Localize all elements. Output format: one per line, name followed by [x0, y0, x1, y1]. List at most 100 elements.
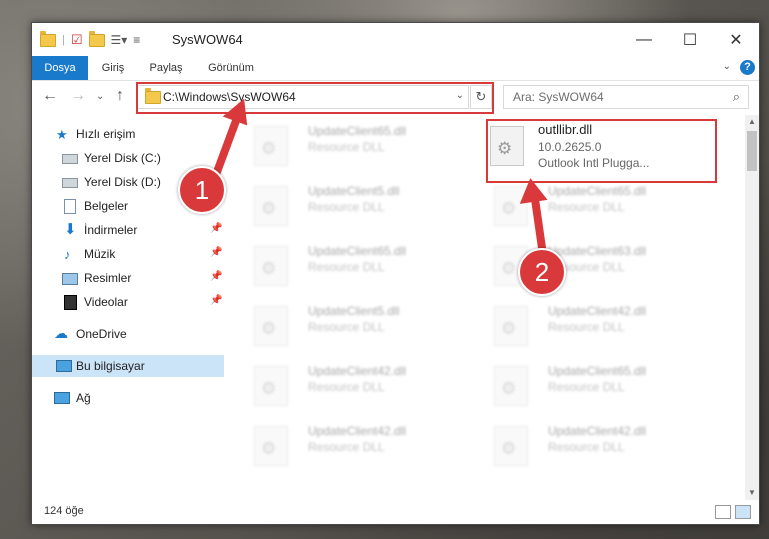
file-type: Resource DLL	[308, 320, 385, 334]
file-item[interactable]: UpdateClient42.dll Resource DLL	[482, 301, 712, 353]
sidebar-item-local-disk-c[interactable]: Yerel Disk (C:)	[32, 147, 224, 169]
sidebar-item-label: Videolar	[84, 295, 128, 309]
video-icon	[64, 295, 77, 310]
sidebar-item-videos[interactable]: Videolar 📌	[32, 291, 224, 313]
file-type: Resource DLL	[308, 380, 385, 394]
file-item[interactable]: UpdateClient65.dll Resource DLL	[482, 361, 712, 413]
file-item[interactable]: UpdateClient5.dll Resource DLL	[242, 181, 472, 233]
tab-paylas[interactable]: Paylaş	[142, 56, 190, 80]
file-type: Resource DLL	[308, 140, 385, 154]
annotation-address-highlight	[136, 82, 494, 114]
file-item[interactable]: UpdateClient65.dll Resource DLL	[482, 181, 712, 233]
dll-file-icon	[254, 306, 288, 346]
scroll-up-icon[interactable]: ▲	[745, 115, 759, 129]
forward-button[interactable]: →	[70, 87, 86, 105]
file-name: UpdateClient42.dll	[548, 304, 647, 318]
sidebar-item-label: İndirmeler	[84, 223, 138, 237]
toolbar-dropdown-icon[interactable]: ≡	[133, 33, 140, 47]
file-type: Resource DLL	[548, 200, 625, 214]
network-icon	[54, 392, 70, 404]
search-input[interactable]: Ara: SysWOW64 ⌕	[503, 85, 749, 109]
pin-icon[interactable]: 📌	[210, 295, 222, 306]
file-name: UpdateClient63.dll	[548, 244, 647, 258]
sidebar-item-music[interactable]: ♪ Müzik 📌	[32, 243, 224, 265]
quick-access-toolbar: | ☑ ☰▾ ≡	[40, 30, 140, 48]
pin-icon[interactable]: 📌	[210, 271, 222, 282]
details-view-icon[interactable]	[715, 505, 731, 519]
file-item[interactable]: UpdateClient63.dll Resource DLL	[482, 241, 712, 293]
sidebar-item-quick-access[interactable]: ★ Hızlı erişim	[32, 123, 224, 145]
scroll-down-icon[interactable]: ▼	[745, 486, 759, 500]
file-item[interactable]: UpdateClient42.dll Resource DLL	[242, 421, 472, 473]
file-type: Resource DLL	[308, 440, 385, 454]
file-name: UpdateClient65.dll	[308, 244, 407, 258]
file-name: UpdateClient65.dll	[548, 364, 647, 378]
search-icon: ⌕	[732, 89, 740, 104]
annotation-file-highlight	[486, 119, 717, 183]
title-bar: | ☑ ☰▾ ≡ SysWOW64 — ☐ ✕	[32, 23, 759, 56]
sidebar-item-downloads[interactable]: ⬇ İndirmeler 📌	[32, 219, 224, 241]
recent-locations-button[interactable]: ⌄	[96, 91, 104, 102]
sidebar-item-label: Yerel Disk (D:)	[84, 175, 161, 189]
dll-file-icon	[494, 186, 528, 226]
file-type: Resource DLL	[548, 380, 625, 394]
sidebar-item-label: Hızlı erişim	[76, 127, 136, 141]
pin-icon[interactable]: 📌	[210, 247, 222, 258]
file-type: Resource DLL	[548, 320, 625, 334]
file-name: UpdateClient65.dll	[308, 124, 407, 138]
scrollbar-thumb[interactable]	[747, 131, 757, 171]
file-item[interactable]: UpdateClient42.dll Resource DLL	[242, 361, 472, 413]
minimize-button[interactable]: —	[621, 23, 667, 56]
file-item[interactable]: UpdateClient42.dll Resource DLL	[482, 421, 712, 473]
file-name: UpdateClient5.dll	[308, 304, 400, 318]
dll-file-icon	[494, 306, 528, 346]
pin-icon[interactable]: 📌	[210, 223, 222, 234]
file-name: UpdateClient5.dll	[308, 184, 400, 198]
sidebar-item-onedrive[interactable]: ☁ OneDrive	[32, 323, 224, 345]
status-bar: 124 öğe	[32, 500, 759, 524]
file-name: UpdateClient65.dll	[548, 184, 647, 198]
back-button[interactable]: ←	[42, 87, 58, 105]
step-badge-2: 2	[518, 248, 566, 296]
sidebar-item-label: Resimler	[84, 271, 132, 285]
sidebar-item-label: Müzik	[84, 247, 116, 261]
tiles-view-icon[interactable]	[735, 505, 751, 519]
window-title: SysWOW64	[172, 32, 243, 47]
tab-giris[interactable]: Giriş	[92, 56, 134, 80]
tab-gorunum[interactable]: Görünüm	[200, 56, 262, 80]
help-icon[interactable]: ?	[740, 60, 755, 75]
music-icon: ♪	[64, 247, 71, 262]
file-item[interactable]: UpdateClient5.dll Resource DLL	[242, 301, 472, 353]
sidebar-item-network[interactable]: Ağ	[32, 387, 224, 409]
customize-toolbar-icon[interactable]: ☰▾	[111, 33, 128, 47]
item-count: 124 öğe	[44, 505, 84, 517]
file-type: Resource DLL	[308, 200, 385, 214]
close-button[interactable]: ✕	[713, 23, 759, 56]
step-badge-1: 1	[178, 166, 226, 214]
sidebar-item-label: Belgeler	[84, 199, 129, 213]
maximize-button[interactable]: ☐	[667, 23, 713, 56]
file-item[interactable]: UpdateClient65.dll Resource DLL	[242, 241, 472, 293]
file-name: UpdateClient42.dll	[308, 364, 407, 378]
tab-dosya[interactable]: Dosya	[32, 56, 88, 80]
up-button[interactable]: ↑	[116, 87, 124, 105]
sidebar-item-this-pc[interactable]: Bu bilgisayar	[32, 355, 224, 377]
cloud-icon: ☁	[54, 325, 68, 341]
ribbon-tabs: Dosya Giriş Paylaş Görünüm ⌄ ?	[32, 56, 759, 81]
dll-file-icon	[254, 366, 288, 406]
download-icon: ⬇	[64, 221, 77, 238]
ribbon-expand-icon[interactable]: ⌄	[723, 61, 731, 72]
new-folder-icon[interactable]	[88, 30, 105, 47]
sidebar-item-pictures[interactable]: Resimler 📌	[32, 267, 224, 289]
dll-file-icon	[254, 246, 288, 286]
drive-icon	[62, 154, 78, 164]
sidebar-item-label: Yerel Disk (C:)	[84, 151, 161, 165]
dll-file-icon	[254, 426, 288, 466]
file-item[interactable]: UpdateClient65.dll Resource DLL	[242, 121, 472, 173]
folder-icon	[40, 30, 56, 47]
properties-icon[interactable]: ☑	[71, 32, 83, 48]
dll-file-icon	[254, 186, 288, 226]
dll-file-icon	[494, 426, 528, 466]
file-type: Resource DLL	[548, 440, 625, 454]
vertical-scrollbar[interactable]: ▲ ▼	[745, 115, 759, 500]
